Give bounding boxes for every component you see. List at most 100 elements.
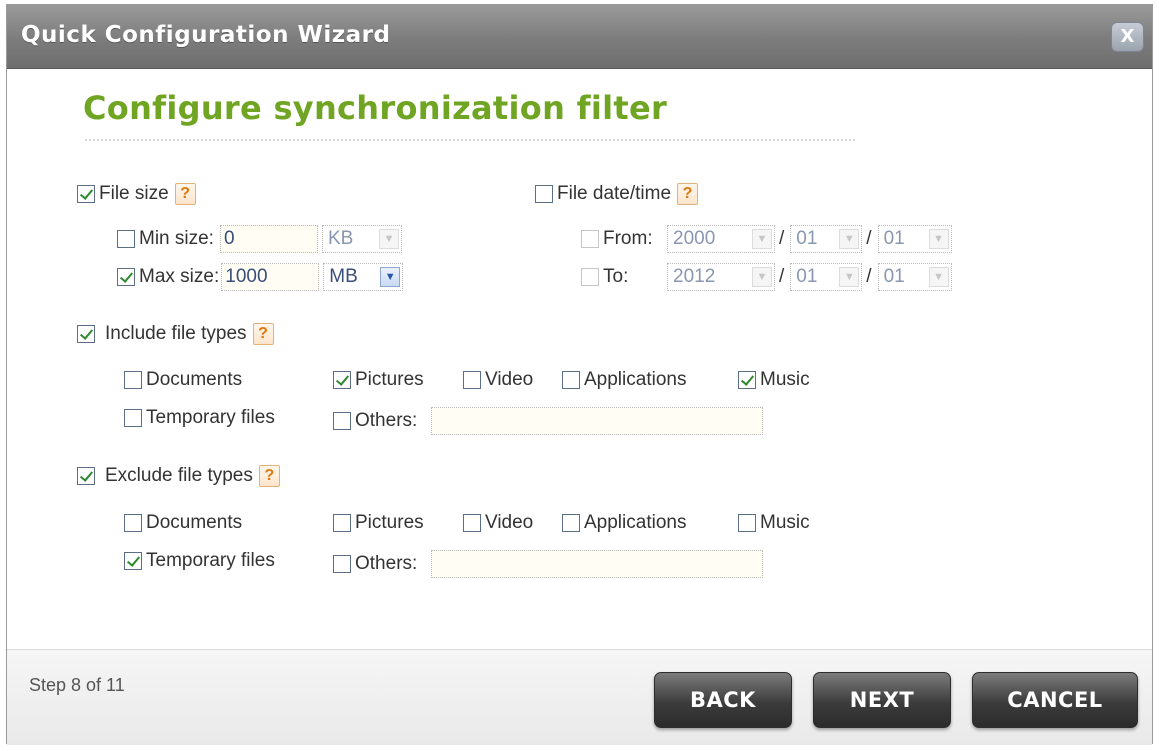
exclude-others-label: Others: xyxy=(355,553,418,574)
file-size-checkbox[interactable] xyxy=(77,185,95,203)
exclude-type-option: Documents xyxy=(124,512,242,534)
include-types-help-icon[interactable]: ? xyxy=(252,323,274,345)
exclude-music-checkbox[interactable] xyxy=(738,514,756,532)
max-size-label: Max size: xyxy=(139,266,220,287)
cancel-button[interactable]: CANCEL xyxy=(972,672,1138,728)
from-day-value: 01 xyxy=(883,228,905,249)
file-size-help-icon[interactable]: ? xyxy=(174,183,196,205)
close-button[interactable]: X xyxy=(1111,22,1144,52)
chevron-down-icon: ▼ xyxy=(839,267,860,287)
min-size-input[interactable]: 0 xyxy=(219,225,318,253)
to-day-select[interactable]: 01 ▼ xyxy=(877,263,952,291)
include-others-option: Others: xyxy=(333,407,764,435)
include-type-option: Applications xyxy=(562,369,686,391)
exclude-others-input[interactable] xyxy=(431,550,764,578)
include-music-checkbox[interactable] xyxy=(738,371,756,389)
date-to-checkbox[interactable] xyxy=(581,268,599,286)
close-icon: X xyxy=(1120,26,1135,47)
chevron-down-icon: ▼ xyxy=(380,267,401,287)
include-type-option: Video xyxy=(463,369,533,391)
include-others-checkbox[interactable] xyxy=(333,412,351,430)
chevron-down-icon: ▼ xyxy=(839,229,860,249)
exclude-others-checkbox[interactable] xyxy=(333,555,351,573)
include-pictures-checkbox[interactable] xyxy=(333,371,351,389)
exclude-applications-label: Applications xyxy=(584,512,687,533)
chevron-down-icon: ▼ xyxy=(928,267,949,287)
chevron-down-icon: ▼ xyxy=(752,229,772,249)
date-to-row: To: 2012 ▼ / 01 ▼ / 01 ▼ xyxy=(581,263,952,291)
exclude-type-option: Applications xyxy=(562,512,686,534)
include-type-option: Pictures xyxy=(333,369,424,391)
max-size-unit-select[interactable]: MB ▼ xyxy=(323,263,404,291)
max-size-row: Max size: 1000 MB ▼ xyxy=(117,263,404,291)
date-separator: / xyxy=(866,266,872,287)
exclude-types-group: Exclude file types ? xyxy=(77,465,280,487)
next-button[interactable]: NEXT xyxy=(813,672,951,728)
exclude-documents-checkbox[interactable] xyxy=(124,514,142,532)
exclude-types-help-icon[interactable]: ? xyxy=(258,465,280,487)
to-month-select[interactable]: 01 ▼ xyxy=(790,263,863,291)
exclude-types-checkbox[interactable] xyxy=(77,467,95,485)
exclude-applications-checkbox[interactable] xyxy=(562,514,580,532)
date-to-label: To: xyxy=(603,266,629,287)
exclude-music-label: Music xyxy=(760,512,810,533)
window-title: Quick Configuration Wizard xyxy=(21,22,391,48)
to-month-value: 01 xyxy=(796,266,818,287)
min-size-checkbox[interactable] xyxy=(117,230,135,248)
date-separator: / xyxy=(779,266,785,287)
exclude-types-label: Exclude file types xyxy=(105,465,253,486)
include-video-label: Video xyxy=(485,369,534,390)
page-title: Configure synchronization filter xyxy=(83,89,668,127)
min-size-unit-select[interactable]: KB ▼ xyxy=(321,225,402,253)
chevron-down-icon: ▼ xyxy=(928,229,949,249)
to-year-select[interactable]: 2012 ▼ xyxy=(667,263,775,291)
exclude-temporary-checkbox[interactable] xyxy=(124,552,142,570)
file-size-label: File size xyxy=(99,183,169,204)
include-applications-checkbox[interactable] xyxy=(562,371,580,389)
max-size-unit-value: MB xyxy=(329,266,358,287)
include-type-option: Music xyxy=(738,369,810,391)
include-music-label: Music xyxy=(760,369,810,390)
file-datetime-help-icon[interactable]: ? xyxy=(677,183,699,205)
exclude-pictures-checkbox[interactable] xyxy=(333,514,351,532)
exclude-temporary-label: Temporary files xyxy=(146,550,275,571)
max-size-checkbox[interactable] xyxy=(117,268,135,286)
include-video-checkbox[interactable] xyxy=(463,371,481,389)
exclude-pictures-label: Pictures xyxy=(355,512,424,533)
exclude-type-option: Pictures xyxy=(333,512,424,534)
exclude-video-checkbox[interactable] xyxy=(463,514,481,532)
heading-divider xyxy=(85,139,855,141)
max-size-input[interactable]: 1000 xyxy=(221,263,320,291)
exclude-documents-label: Documents xyxy=(146,512,243,533)
file-datetime-label: File date/time xyxy=(557,183,672,204)
wizard-footer: Step 8 of 11 BACK NEXT CANCEL xyxy=(7,649,1152,745)
include-others-input[interactable] xyxy=(431,407,764,435)
from-month-value: 01 xyxy=(796,228,818,249)
from-year-value: 2000 xyxy=(673,228,716,249)
exclude-type-option: Video xyxy=(463,512,533,534)
date-from-row: From: 2000 ▼ / 01 ▼ / 01 ▼ xyxy=(581,225,952,253)
date-from-checkbox[interactable] xyxy=(581,230,599,248)
date-from-label: From: xyxy=(603,228,653,249)
include-types-group: Include file types ? xyxy=(77,323,274,345)
min-size-row: Min size: 0 KB ▼ xyxy=(117,225,402,253)
title-bar[interactable]: Quick Configuration Wizard X xyxy=(7,5,1152,69)
from-day-select[interactable]: 01 ▼ xyxy=(877,225,952,253)
include-types-label: Include file types xyxy=(105,323,247,344)
from-year-select[interactable]: 2000 ▼ xyxy=(667,225,775,253)
from-month-select[interactable]: 01 ▼ xyxy=(790,225,863,253)
date-separator: / xyxy=(866,228,872,249)
file-datetime-checkbox[interactable] xyxy=(535,185,553,203)
include-type-option: Documents xyxy=(124,369,242,391)
to-day-value: 01 xyxy=(883,266,905,287)
include-type-option: Temporary files xyxy=(124,407,275,429)
chevron-down-icon: ▼ xyxy=(378,229,399,249)
include-applications-label: Applications xyxy=(584,369,687,390)
file-size-group: File size ? xyxy=(77,183,196,205)
include-documents-checkbox[interactable] xyxy=(124,371,142,389)
include-types-checkbox[interactable] xyxy=(77,325,95,343)
include-pictures-label: Pictures xyxy=(355,369,424,390)
back-button[interactable]: BACK xyxy=(654,672,792,728)
chevron-down-icon: ▼ xyxy=(752,267,772,287)
include-temporary-checkbox[interactable] xyxy=(124,409,142,427)
